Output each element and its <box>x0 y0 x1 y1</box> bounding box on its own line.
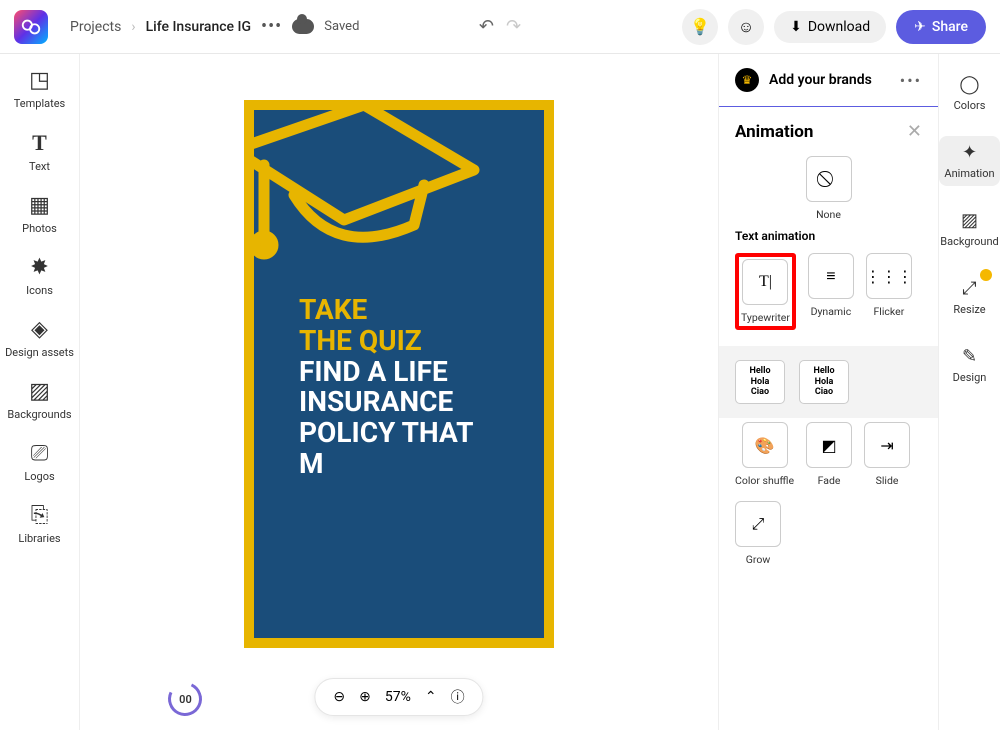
photos-icon: ▦ <box>29 193 50 218</box>
more-menu-icon[interactable]: ••• <box>261 16 282 37</box>
profile-icon[interactable]: ☺ <box>728 9 764 45</box>
lang-preview-1[interactable]: Hello Hola Ciao <box>735 360 785 404</box>
text-icon: T <box>32 130 47 156</box>
panel-header: Animation ✕ <box>719 107 938 152</box>
zoom-bar: ⊖ ⊕ 57% ⌃ ⓘ <box>314 678 483 716</box>
top-right-actions: 💡 ☺ ⬇ Download ✈ Share <box>682 9 986 45</box>
main-area: ◳Templates TText ▦Photos ✸Icons ◈Design … <box>0 54 1000 730</box>
project-name[interactable]: Life Insurance IG <box>146 19 251 35</box>
nav-templates[interactable]: ◳Templates <box>0 68 79 110</box>
redo-icon[interactable]: ↷ <box>506 16 521 37</box>
app-logo[interactable] <box>14 10 48 44</box>
rnav-background[interactable]: ▨Background <box>939 204 1000 254</box>
zoom-out-icon[interactable]: ⊖ <box>333 689 345 705</box>
design-icon: ✎ <box>962 346 977 367</box>
grow-icon: ⤢ <box>735 501 781 547</box>
nav-backgrounds[interactable]: ▨Backgrounds <box>0 379 79 421</box>
icons-icon: ✸ <box>30 255 48 280</box>
anim-none[interactable]: ⃠ None <box>735 156 922 221</box>
top-bar: Projects › Life Insurance IG ••• Saved ↶… <box>0 0 1000 54</box>
timer-badge[interactable]: 00 <box>163 677 207 721</box>
background-icon: ▨ <box>961 210 978 231</box>
fade-icon: ◩ <box>806 422 852 468</box>
brands-more-icon[interactable]: ••• <box>900 71 922 90</box>
anim-slide[interactable]: ⇥ Slide <box>864 422 910 487</box>
animation-panel: ♛ Add your brands ••• Animation ✕ ⃠ None… <box>718 54 938 730</box>
text-line-1: TAKE <box>299 295 473 326</box>
typewriter-icon: T| <box>742 259 788 305</box>
add-brands-row[interactable]: ♛ Add your brands ••• <box>719 54 938 107</box>
saved-label: Saved <box>324 19 359 34</box>
text-line-3: FIND A LIFE <box>299 357 473 388</box>
nav-icons[interactable]: ✸Icons <box>0 255 79 297</box>
artboard-text[interactable]: TAKE THE QUIZ FIND A LIFE INSURANCE POLI… <box>299 295 473 480</box>
dynamic-icon: ≡ <box>808 253 854 299</box>
rnav-animation[interactable]: ✦Animation <box>939 136 1000 186</box>
download-icon: ⬇ <box>790 19 802 35</box>
anim-flicker[interactable]: ⋮⋮⋮ Flicker <box>866 253 912 330</box>
rnav-colors[interactable]: ◯Colors <box>939 68 1000 118</box>
info-icon[interactable]: ⓘ <box>451 687 465 707</box>
flicker-icon: ⋮⋮⋮ <box>866 253 912 299</box>
lang-preview-2[interactable]: Hello Hola Ciao <box>799 360 849 404</box>
text-animation-header: Text animation <box>735 229 922 243</box>
undo-redo-group: ↶ ↷ <box>479 16 521 37</box>
nav-photos[interactable]: ▦Photos <box>0 193 79 235</box>
left-nav: ◳Templates TText ▦Photos ✸Icons ◈Design … <box>0 54 80 730</box>
graduation-cap-icon <box>254 110 484 294</box>
idea-icon[interactable]: 💡 <box>682 9 718 45</box>
canvas-area[interactable]: TAKE THE QUIZ FIND A LIFE INSURANCE POLI… <box>80 54 718 730</box>
text-line-5: POLICY THAT <box>299 418 473 449</box>
nav-logos[interactable]: ⎚Logos <box>0 441 79 483</box>
libraries-icon: ⎘ <box>31 503 49 528</box>
close-icon[interactable]: ✕ <box>907 121 922 142</box>
design-assets-icon: ◈ <box>31 317 48 342</box>
anim-typewriter[interactable]: T| Typewriter <box>741 259 790 324</box>
resize-icon: ⤢ <box>962 278 976 299</box>
crown-icon: ♛ <box>735 68 759 92</box>
cloud-saved-icon <box>292 19 314 34</box>
anim-color-shuffle[interactable]: 🎨 Color shuffle <box>735 422 794 487</box>
text-line-4: INSURANCE <box>299 387 473 418</box>
undo-icon[interactable]: ↶ <box>479 16 494 37</box>
right-nav: ◯Colors ✦Animation ▨Background ⤢Resize ✎… <box>938 54 1000 730</box>
logos-icon: ⎚ <box>31 441 49 466</box>
templates-icon: ◳ <box>29 68 50 93</box>
download-button[interactable]: ⬇ Download <box>774 11 886 43</box>
zoom-value[interactable]: 57% <box>385 689 411 705</box>
animation-icon: ✦ <box>962 142 977 163</box>
colors-icon: ◯ <box>959 74 979 95</box>
backgrounds-icon: ▨ <box>29 379 50 404</box>
zoom-in-icon[interactable]: ⊕ <box>359 689 371 705</box>
artboard-inner: TAKE THE QUIZ FIND A LIFE INSURANCE POLI… <box>254 110 544 638</box>
text-line-2: THE QUIZ <box>299 326 473 357</box>
language-preview-row: Hello Hola Ciao Hello Hola Ciao <box>719 346 938 418</box>
anim-grow[interactable]: ⤢ Grow <box>735 501 781 566</box>
panel-title: Animation <box>735 122 907 142</box>
share-label: Share <box>932 19 968 35</box>
nav-text[interactable]: TText <box>0 130 79 173</box>
anim-dynamic[interactable]: ≡ Dynamic <box>808 253 854 330</box>
none-icon: ⃠ <box>806 156 852 202</box>
text-line-6: M <box>299 449 473 480</box>
anim-fade[interactable]: ◩ Fade <box>806 422 852 487</box>
slide-icon: ⇥ <box>864 422 910 468</box>
rnav-resize[interactable]: ⤢Resize <box>939 272 1000 322</box>
typewriter-highlight: T| Typewriter <box>735 253 796 330</box>
nav-design-assets[interactable]: ◈Design assets <box>0 317 79 359</box>
share-icon: ✈ <box>914 19 926 35</box>
nav-libraries[interactable]: ⎘Libraries <box>0 503 79 545</box>
rnav-design[interactable]: ✎Design <box>939 340 1000 390</box>
breadcrumb-root[interactable]: Projects <box>70 19 121 35</box>
color-shuffle-icon: 🎨 <box>742 422 788 468</box>
share-button[interactable]: ✈ Share <box>896 10 986 44</box>
download-label: Download <box>808 19 870 35</box>
artboard[interactable]: TAKE THE QUIZ FIND A LIFE INSURANCE POLI… <box>244 100 554 648</box>
zoom-menu-icon[interactable]: ⌃ <box>425 689 437 705</box>
breadcrumb: Projects › Life Insurance IG ••• Saved <box>70 16 359 37</box>
brands-label: Add your brands <box>769 72 890 88</box>
breadcrumb-sep: › <box>131 19 135 35</box>
